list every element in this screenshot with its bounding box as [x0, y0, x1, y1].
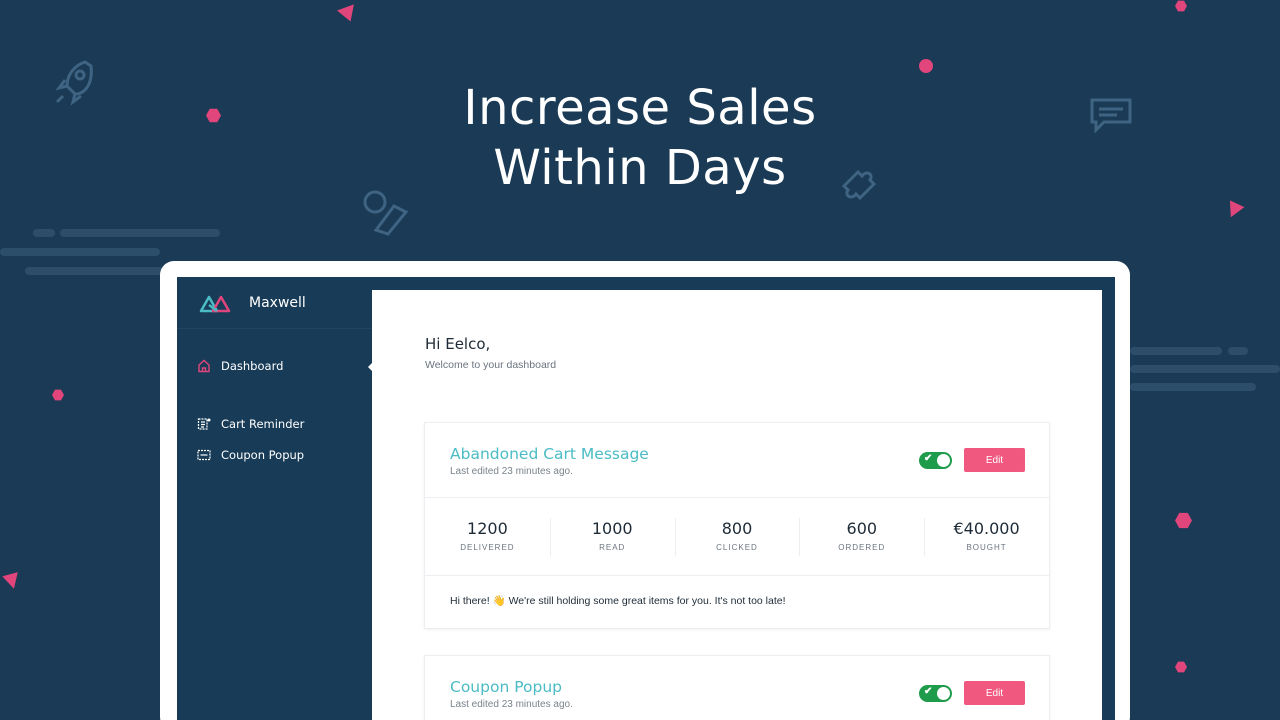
toggle-knob — [937, 687, 950, 700]
card-title[interactable]: Abandoned Cart Message — [450, 445, 649, 463]
headline: Increase Sales Within Days — [0, 78, 1280, 198]
card-last-edited: Last edited 23 minutes ago. — [450, 699, 573, 710]
line-decoration — [1130, 383, 1256, 391]
line-decoration — [1130, 347, 1222, 355]
greeting-title: Hi Eelco, — [425, 335, 491, 353]
sidebar-item-coupon-popup[interactable]: Coupon Popup — [197, 448, 304, 462]
sidebar-item-label: Dashboard — [221, 359, 284, 373]
triangle-decoration — [2, 572, 22, 591]
card-stats: 1200 DELIVERED 1000 READ 800 CLICKED 600… — [425, 498, 1049, 576]
campaign-card-abandoned-cart: Abandoned Cart Message Last edited 23 mi… — [424, 422, 1050, 629]
app-name: Maxwell — [249, 294, 306, 311]
card-header: Abandoned Cart Message Last edited 23 mi… — [425, 423, 1049, 498]
stat-label: CLICKED — [716, 543, 758, 552]
headline-line-1: Increase Sales — [463, 80, 817, 136]
card-message-preview: Hi there! 👋 We're still holding some gre… — [450, 595, 786, 607]
maxwell-logo-icon — [199, 295, 231, 312]
cart-reminder-icon — [197, 418, 211, 430]
dot-decoration — [919, 59, 933, 73]
stat-ordered: 600 ORDERED — [799, 498, 924, 575]
headline-line-2: Within Days — [493, 140, 787, 196]
enable-toggle[interactable]: ✔ — [919, 685, 952, 702]
stat-label: BOUGHT — [966, 543, 1007, 552]
edit-button[interactable]: Edit — [964, 448, 1025, 472]
line-decoration — [60, 229, 220, 237]
stat-clicked: 800 CLICKED — [674, 498, 800, 575]
stat-bought: €40.000 BOUGHT — [924, 498, 1049, 575]
enable-toggle[interactable]: ✔ — [919, 452, 952, 469]
stat-label: ORDERED — [838, 543, 886, 552]
check-icon: ✔ — [924, 686, 933, 697]
home-icon — [198, 359, 210, 373]
stat-value: €40.000 — [953, 519, 1020, 538]
line-decoration — [0, 248, 160, 256]
sidebar-item-label: Coupon Popup — [221, 448, 305, 462]
hexagon-decoration — [1175, 661, 1187, 673]
stat-value: 1200 — [467, 519, 508, 538]
hexagon-decoration — [52, 389, 64, 401]
edit-button[interactable]: Edit — [964, 681, 1025, 705]
sidebar-item-label: Cart Reminder — [221, 417, 305, 431]
hexagon-decoration — [1175, 512, 1192, 529]
card-header: Coupon Popup Last edited 23 minutes ago.… — [425, 656, 1049, 720]
card-last-edited: Last edited 23 minutes ago. — [450, 466, 573, 477]
sidebar: Maxwell Dashboard Cart Reminder Coupon P… — [177, 277, 374, 720]
app-screen: Maxwell Dashboard Cart Reminder Coupon P… — [177, 277, 1115, 720]
stat-read: 1000 READ — [549, 498, 675, 575]
stat-delivered: 1200 DELIVERED — [425, 498, 550, 575]
greeting: Hi Eelco, Welcome to your dashboard — [425, 335, 556, 371]
stat-label: DELIVERED — [460, 543, 515, 552]
device-frame: Maxwell Dashboard Cart Reminder Coupon P… — [160, 261, 1130, 720]
line-decoration — [33, 229, 55, 237]
coupon-popup-icon — [197, 449, 211, 461]
toggle-knob — [937, 454, 950, 467]
hexagon-decoration — [1175, 0, 1187, 12]
stat-value: 1000 — [591, 519, 633, 538]
dashboard-main: Hi Eelco, Welcome to your dashboard Aban… — [372, 290, 1102, 720]
stat-label: READ — [599, 543, 626, 552]
stat-value: 600 — [846, 519, 878, 538]
sidebar-item-cart-reminder[interactable]: Cart Reminder — [197, 417, 304, 431]
greeting-subtitle: Welcome to your dashboard — [425, 359, 557, 371]
brand[interactable]: Maxwell — [177, 277, 372, 329]
campaign-card-coupon-popup: Coupon Popup Last edited 23 minutes ago.… — [424, 655, 1050, 720]
triangle-decoration — [336, 4, 360, 25]
sidebar-item-dashboard[interactable]: Dashboard — [197, 359, 283, 373]
triangle-decoration — [1223, 200, 1245, 221]
card-title[interactable]: Coupon Popup — [450, 678, 562, 696]
line-decoration — [25, 267, 165, 275]
line-decoration — [1130, 365, 1280, 373]
stat-value: 800 — [721, 519, 753, 538]
line-decoration — [1228, 347, 1248, 355]
check-icon: ✔ — [924, 453, 933, 464]
